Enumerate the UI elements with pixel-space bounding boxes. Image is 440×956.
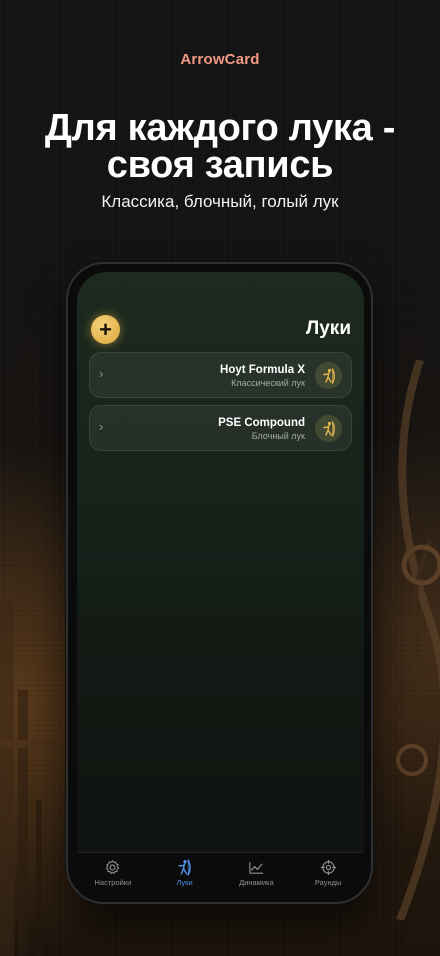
tab-settings[interactable]: Настройки <box>77 853 149 896</box>
tab-bar: Настройки Луки Динамика Раунды <box>77 852 364 896</box>
phone-frame: + Луки › Hoyt Formula X Классический лук… <box>66 262 373 904</box>
tab-dynamics[interactable]: Динамика <box>221 853 293 896</box>
tab-label: Луки <box>176 878 193 887</box>
chart-icon <box>249 861 263 874</box>
chevron-right-icon: › <box>99 366 104 381</box>
headline: Для каждого лука - своя запись <box>20 107 420 186</box>
target-icon <box>320 859 336 876</box>
gear-icon <box>106 860 120 875</box>
page-title: Луки <box>305 318 351 339</box>
tab-label: Динамика <box>239 878 274 887</box>
bow-type: Классический лук <box>231 378 305 388</box>
headline-line-2: своя запись <box>106 144 334 186</box>
bow-list-item[interactable]: › PSE Compound Блочный лук <box>89 405 352 451</box>
bow-type: Блочный лук <box>251 431 305 441</box>
bow-name: PSE Compound <box>218 417 305 429</box>
chevron-right-icon: › <box>99 419 104 434</box>
app-screen: + Луки › Hoyt Formula X Классический лук… <box>77 272 364 896</box>
add-bow-button[interactable]: + <box>91 315 120 344</box>
subheadline: Классика, блочный, голый лук <box>101 192 339 211</box>
tab-bows[interactable]: Луки <box>149 853 221 896</box>
bow-name: Hoyt Formula X <box>220 364 305 376</box>
bow-list-item[interactable]: › Hoyt Formula X Классический лук <box>89 352 352 398</box>
bow-item-texts: PSE Compound Блочный лук <box>218 416 305 442</box>
headline-line-1: Для каждого лука - <box>44 107 396 149</box>
archer-icon <box>315 362 342 389</box>
tab-label: Настройки <box>94 878 132 887</box>
archer-icon <box>178 859 191 876</box>
tab-label: Раунды <box>314 878 342 887</box>
archer-icon <box>315 415 342 442</box>
bow-item-texts: Hoyt Formula X Классический лук <box>220 363 305 389</box>
brand-name: ArrowCard <box>180 51 260 68</box>
tab-rounds[interactable]: Раунды <box>292 853 364 896</box>
